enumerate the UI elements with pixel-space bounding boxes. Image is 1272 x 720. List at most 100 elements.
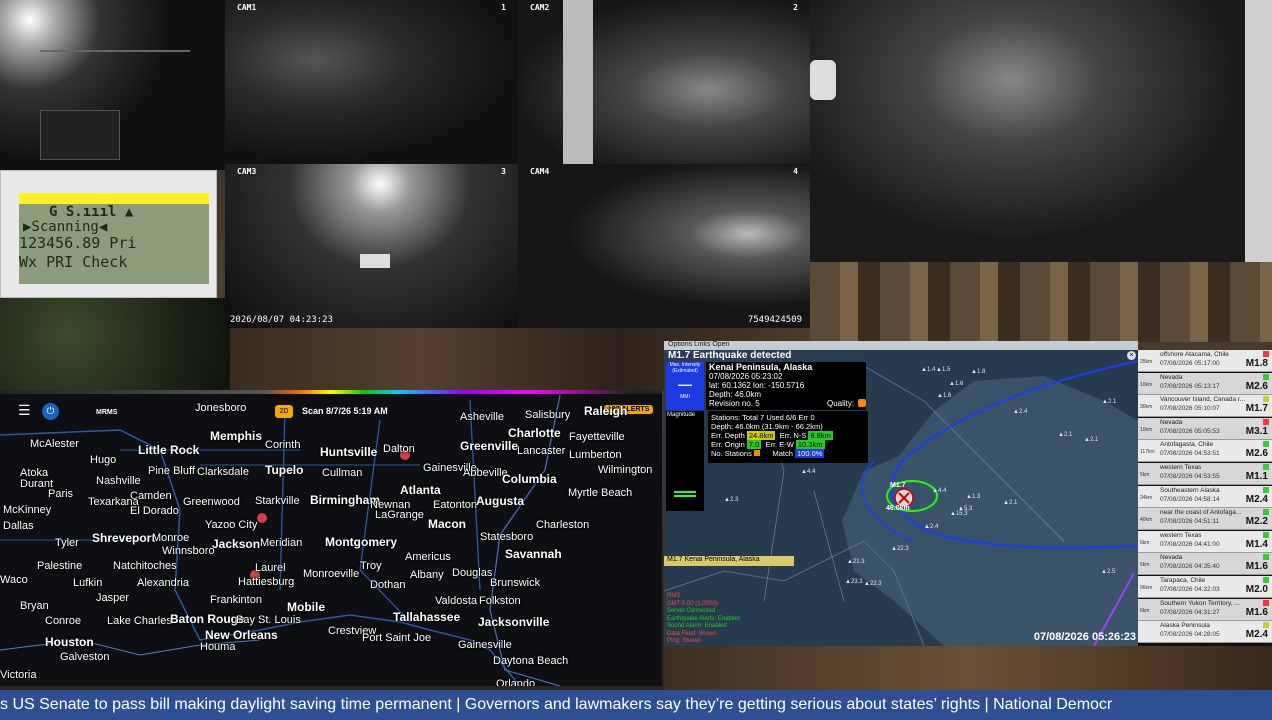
- quake-list-date: 07/08/2026 04:28:05: [1160, 631, 1220, 639]
- city-label: Port Saint Joe: [362, 632, 432, 644]
- camera-3-number: 3: [501, 167, 506, 176]
- status-gmt: GMT 0.00 (1.0000): [667, 600, 718, 607]
- quake-list-row[interactable]: Vancouver Island, Canada r... 07/08/2026 …: [1138, 395, 1272, 418]
- quake-list-row[interactable]: western Texas 07/08/2026 04:53:55 M1.1 5km: [1138, 463, 1272, 485]
- city-label: Augusta: [476, 494, 524, 508]
- quake-list-row[interactable]: Nevada 07/08/2026 05:13:17 M2.6 10km: [1138, 372, 1272, 395]
- quake-list-magnitude: M2.2: [1245, 516, 1268, 528]
- camera-4-number: 4: [793, 167, 798, 176]
- city-label: Jacksonville: [478, 615, 550, 629]
- camera-4-feed[interactable]: CAM4 4 7549424509: [518, 164, 810, 328]
- city-label: Monroeville: [303, 568, 360, 580]
- power-icon[interactable]: ⏻: [42, 403, 59, 420]
- quake-list-status-badge: [1263, 351, 1269, 357]
- quake-list-status-badge: [1263, 396, 1269, 403]
- city-label: Little Rock: [138, 443, 200, 457]
- station-marker: ▲2.4: [924, 524, 939, 530]
- match-value: 100.0%: [795, 449, 825, 458]
- news-ticker: s US Senate to pass bill making daylight…: [0, 690, 1272, 720]
- quake-list-row[interactable]: near the coast of Antofaga... 07/08/2026 …: [1138, 508, 1272, 531]
- city-label: Houma: [200, 641, 236, 653]
- quake-list-row[interactable]: Tarapaca, Chile 07/08/2026 04:32:03 M2.0 96…: [1138, 576, 1272, 598]
- quake-list-depth: 117km: [1140, 449, 1155, 456]
- quake-clock: 07/08/2026 05:26:23: [1033, 631, 1136, 643]
- stone-wall-scene: [810, 262, 1272, 342]
- city-label: Wilmington: [598, 464, 653, 476]
- station-marker: ▲1.8: [971, 369, 986, 375]
- city-label: Albany: [410, 569, 444, 581]
- match-label: Match: [772, 449, 793, 458]
- quake-list-date: 07/08/2026 04:51:11: [1160, 518, 1220, 526]
- tree-camera-feed[interactable]: [810, 0, 1272, 262]
- city-label: Tyler: [55, 537, 79, 549]
- hallway-camera-feed[interactable]: [0, 0, 225, 170]
- station-marker: ▲2.1: [1084, 437, 1099, 443]
- quake-list-status-badge: [1263, 486, 1269, 493]
- quake-list-status-badge: [1263, 441, 1269, 448]
- err-ew-label: Err. E-W: [765, 440, 794, 449]
- city-label: Eatonton: [433, 499, 478, 511]
- city-label: El Dorado: [130, 505, 179, 517]
- city-label: Dothan: [370, 579, 406, 591]
- camera-3-feed[interactable]: CAM3 3 2026/08/07 04:23:23: [225, 164, 518, 328]
- city-label: Meridian: [260, 537, 303, 549]
- quake-list-magnitude: M3.1: [1245, 425, 1268, 437]
- quake-list-row[interactable]: Southern Yukon Territory, ... 07/08/2026 …: [1138, 598, 1272, 621]
- quake-list-location: Nevada: [1160, 554, 1183, 562]
- city-label: Natchitoches: [113, 560, 177, 572]
- earthquake-monitor-window[interactable]: Options Links Open M1.7 Earthquake detec…: [664, 341, 1138, 646]
- quake-list-row[interactable]: Nevada 07/08/2026 05:05:53 M3.1 10km: [1138, 417, 1272, 440]
- station-marker: ▲1.6: [937, 393, 952, 399]
- city-label: Cullman: [322, 467, 363, 479]
- city-label: Brunswick: [490, 577, 541, 589]
- earthquake-list[interactable]: offshore Atacama, Chile 07/08/2026 05:17:…: [1138, 350, 1272, 646]
- menu-icon[interactable]: ☰: [18, 403, 31, 419]
- city-label: Greenwood: [183, 496, 240, 508]
- station-marker: ▲22.3: [891, 546, 909, 552]
- quake-list-date: 07/08/2026 05:17:00: [1160, 360, 1220, 367]
- quake-list-date: 07/08/2026 04:32:03: [1160, 586, 1220, 593]
- quake-list-depth: 5km: [1140, 472, 1150, 478]
- quake-list-row[interactable]: Antofagasta, Chile 07/08/2026 04:53:51 M2.…: [1138, 440, 1272, 463]
- zoom-badge[interactable]: 2D: [275, 405, 293, 418]
- quake-menu-bar[interactable]: Options Links Open: [664, 341, 1138, 350]
- city-label: LaGrange: [375, 509, 424, 521]
- city-label: Tallahassee: [393, 610, 461, 624]
- city-label: Houston: [45, 635, 94, 649]
- weather-radar-map[interactable]: ☰ ⏻ MRMS 2D Scan 8/7/26 5:19 AM 192 ALER…: [0, 390, 662, 686]
- err-origin-label: Err. Origin: [711, 440, 745, 449]
- quake-list-status-badge: [1263, 464, 1269, 470]
- quake-list-row[interactable]: offshore Atacama, Chile 07/08/2026 05:17:…: [1138, 350, 1272, 372]
- quake-list-status-badge: [1263, 531, 1269, 538]
- quake-list-row[interactable]: Alaska Peninsula 07/08/2026 04:28:05 M2.4: [1138, 621, 1272, 644]
- quake-marker-depth: 46.0km: [886, 505, 910, 512]
- camera-1-feed[interactable]: CAM1 1: [225, 0, 518, 164]
- quake-list-date: 07/08/2026 04:53:51: [1160, 450, 1220, 458]
- station-marker: ▲1.4: [921, 367, 936, 373]
- city-label: Charlotte: [508, 426, 561, 440]
- camera-2-feed[interactable]: CAM2 2: [518, 0, 810, 164]
- quake-list-location: near the coast of Antofaga...: [1160, 509, 1242, 517]
- quake-list-row[interactable]: Southeastern Alaska 07/08/2026 04:58:14 M2…: [1138, 485, 1272, 508]
- quake-list-magnitude: M2.6: [1245, 380, 1268, 392]
- camera-serial: 7549424509: [747, 315, 802, 325]
- city-label: Pine Bluff: [148, 465, 195, 477]
- close-icon[interactable]: ×: [1127, 351, 1136, 360]
- quake-list-location: western Texas: [1160, 531, 1202, 539]
- quake-list-magnitude: M1.8: [1245, 358, 1268, 369]
- city-label: Alexandria: [137, 577, 189, 589]
- city-label: Daytona Beach: [493, 655, 569, 667]
- station-marker: ▲2.5: [1101, 569, 1116, 575]
- station-marker: ▲15.3: [950, 511, 968, 517]
- quake-list-row[interactable]: Nevada 07/08/2026 04:35:40 M1.6 5km: [1138, 553, 1272, 576]
- quake-list-status-badge: [1263, 373, 1269, 380]
- quake-list-date: 07/08/2026 05:10:07: [1160, 405, 1220, 413]
- quake-list-magnitude: M2.4: [1245, 493, 1268, 505]
- city-label: Hugo: [90, 454, 117, 466]
- tree-scene: [0, 298, 230, 390]
- city-label: Laurel: [255, 562, 286, 574]
- city-label: Baton Rouge: [170, 612, 245, 626]
- quake-list-row[interactable]: western Texas 07/08/2026 04:41:00 M1.4 6km: [1138, 530, 1272, 553]
- city-label: McKinney: [3, 504, 52, 516]
- err-ns-label: Err. N-S: [779, 431, 807, 440]
